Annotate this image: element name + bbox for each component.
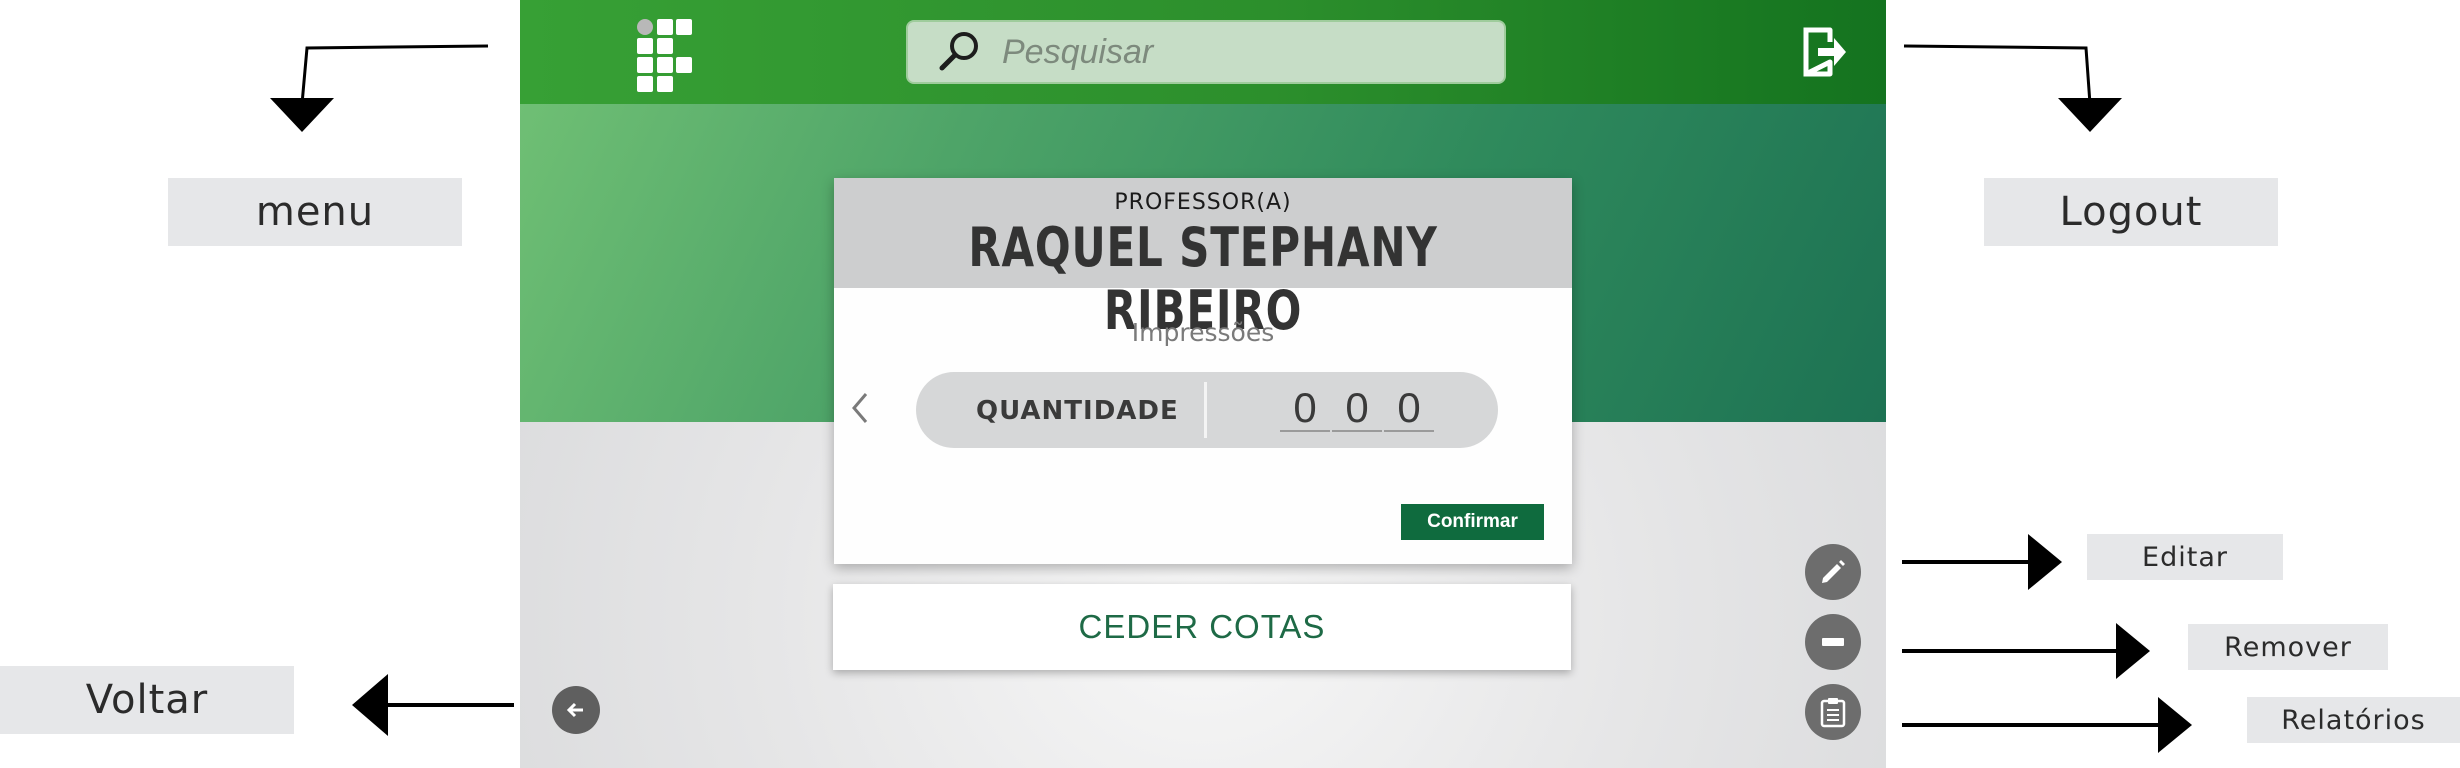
editar-arrow-head — [2028, 534, 2062, 590]
quantity-divider — [1204, 382, 1207, 438]
arrow-left-icon — [566, 702, 583, 718]
quantity-digit-hundreds[interactable]: 0 — [1280, 386, 1330, 432]
remove-button[interactable] — [1805, 614, 1861, 670]
logout-arrow-line — [1903, 44, 2092, 105]
menu-arrow-head — [270, 98, 334, 132]
section-title: Impressões — [1131, 318, 1275, 347]
remover-arrow-head — [2116, 623, 2150, 679]
search-bar[interactable] — [906, 20, 1506, 84]
app-window: PROFESSOR(A) RAQUEL STEPHANY RIBEIRO Imp… — [520, 0, 1886, 768]
back-button[interactable] — [552, 686, 600, 734]
card-header: PROFESSOR(A) RAQUEL STEPHANY RIBEIRO — [834, 178, 1572, 342]
pencil-icon — [1822, 560, 1845, 583]
search-input[interactable] — [1000, 31, 1484, 73]
search-icon — [939, 32, 978, 71]
edit-button[interactable] — [1805, 544, 1861, 600]
quantity-selector: QUANTIDADE 0 0 0 — [916, 372, 1498, 448]
menu-arrow-line — [300, 44, 489, 105]
logout-icon[interactable] — [1800, 24, 1848, 80]
chevron-left-icon[interactable] — [844, 388, 872, 428]
quantity-label: QUANTIDADE — [976, 396, 1179, 426]
quota-card: PROFESSOR(A) RAQUEL STEPHANY RIBEIRO Imp… — [834, 178, 1572, 564]
quantity-digit-tens[interactable]: 0 — [1332, 386, 1382, 432]
institution-logo-icon[interactable] — [636, 18, 696, 94]
logout-arrow-head — [2058, 98, 2122, 132]
reports-button[interactable] — [1805, 684, 1861, 740]
relatorios-arrow-head — [2158, 697, 2192, 753]
quantity-digit-units[interactable]: 0 — [1384, 386, 1434, 432]
clipboard-icon — [1820, 698, 1846, 728]
user-role: PROFESSOR(A) — [1114, 190, 1292, 215]
top-bar — [520, 0, 1886, 104]
voltar-arrow-head — [352, 674, 388, 736]
ceder-cotas-button[interactable]: CEDER COTAS — [833, 584, 1571, 670]
minus-icon — [1822, 638, 1844, 646]
confirm-button[interactable]: Confirmar — [1401, 504, 1544, 540]
